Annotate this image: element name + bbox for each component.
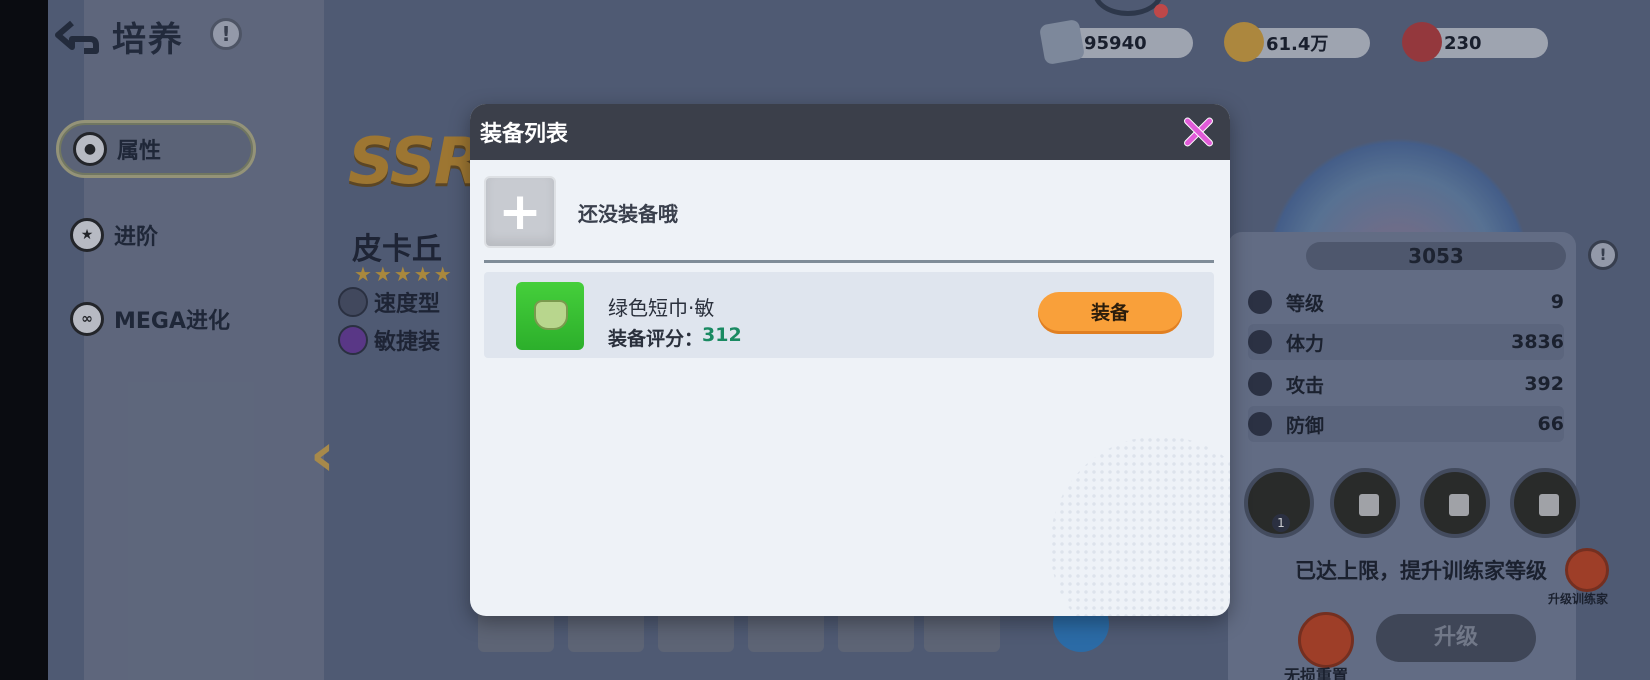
divider <box>484 260 1214 263</box>
item-score: 312 <box>702 324 742 346</box>
halftone-decoration <box>1050 436 1230 616</box>
dialog-header: 装备列表 <box>470 104 1230 160</box>
dialog-title: 装备列表 <box>480 122 569 147</box>
equipment-list-dialog: 装备列表 + 还没装备哦 绿色短巾·敏 装备评分： 312 装备 <box>470 104 1230 616</box>
close-icon[interactable] <box>1180 114 1216 150</box>
item-score-label: 装备评分： <box>608 328 704 350</box>
equip-button[interactable]: 装备 <box>1038 292 1182 334</box>
plus-icon: + <box>498 182 542 242</box>
item-name: 绿色短巾·敏 <box>608 296 715 320</box>
list-item[interactable]: 绿色短巾·敏 装备评分： 312 装备 <box>484 272 1214 358</box>
scarf-icon <box>516 282 584 350</box>
empty-equip-slot[interactable]: + <box>484 176 556 248</box>
empty-text: 还没装备哦 <box>578 201 678 226</box>
unequip-option[interactable]: + 还没装备哦 <box>484 176 1184 248</box>
